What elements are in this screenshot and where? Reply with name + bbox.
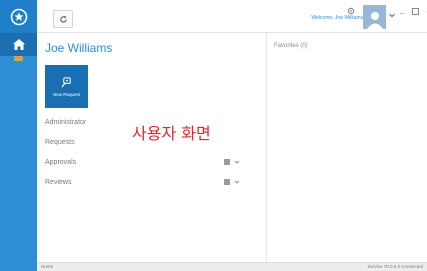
new-request-icon [61, 76, 71, 87]
panel-divider [266, 33, 267, 262]
status-left: Home [41, 264, 54, 269]
minimize-button[interactable]: – [400, 10, 404, 17]
connection-status: Service 70.0.0.3 Connected [367, 264, 423, 269]
app-logo-icon[interactable] [0, 0, 37, 33]
approvals-actions [224, 159, 240, 165]
page-title: Joe Williams [45, 41, 113, 55]
nav-item-approvals[interactable]: Approvals [45, 159, 76, 166]
grid-icon[interactable] [224, 179, 230, 185]
main-content: Joe Williams New Request Administrator R… [37, 33, 427, 262]
maximize-button[interactable] [412, 8, 419, 15]
chevron-down-icon[interactable] [234, 159, 240, 165]
refresh-icon [59, 15, 67, 23]
nav-item-reviews[interactable]: Reviews [45, 179, 71, 186]
status-bar: Home Service 70.0.0.3 Connected [37, 262, 427, 271]
home-icon[interactable] [0, 33, 37, 56]
new-request-tile[interactable]: New Request [45, 65, 88, 108]
welcome-text[interactable]: Welcome, Joe Williams [297, 15, 363, 21]
avatar[interactable] [363, 5, 386, 29]
tile-label: New Request [52, 91, 80, 97]
notification-badge [14, 56, 23, 61]
refresh-button[interactable] [53, 10, 73, 28]
grid-icon[interactable] [224, 159, 230, 165]
nav-item-administrator[interactable]: Administrator [45, 119, 86, 126]
favorites-header[interactable]: Favorites (0) [274, 43, 308, 49]
nav-item-requests[interactable]: Requests [45, 139, 75, 146]
chevron-down-icon[interactable] [388, 11, 396, 19]
left-rail [0, 0, 37, 271]
overlay-caption: 사용자 화면 [132, 124, 211, 143]
reviews-actions [224, 179, 240, 185]
top-bar: Welcome, Joe Williams – × [37, 0, 427, 33]
chevron-down-icon[interactable] [234, 179, 240, 185]
